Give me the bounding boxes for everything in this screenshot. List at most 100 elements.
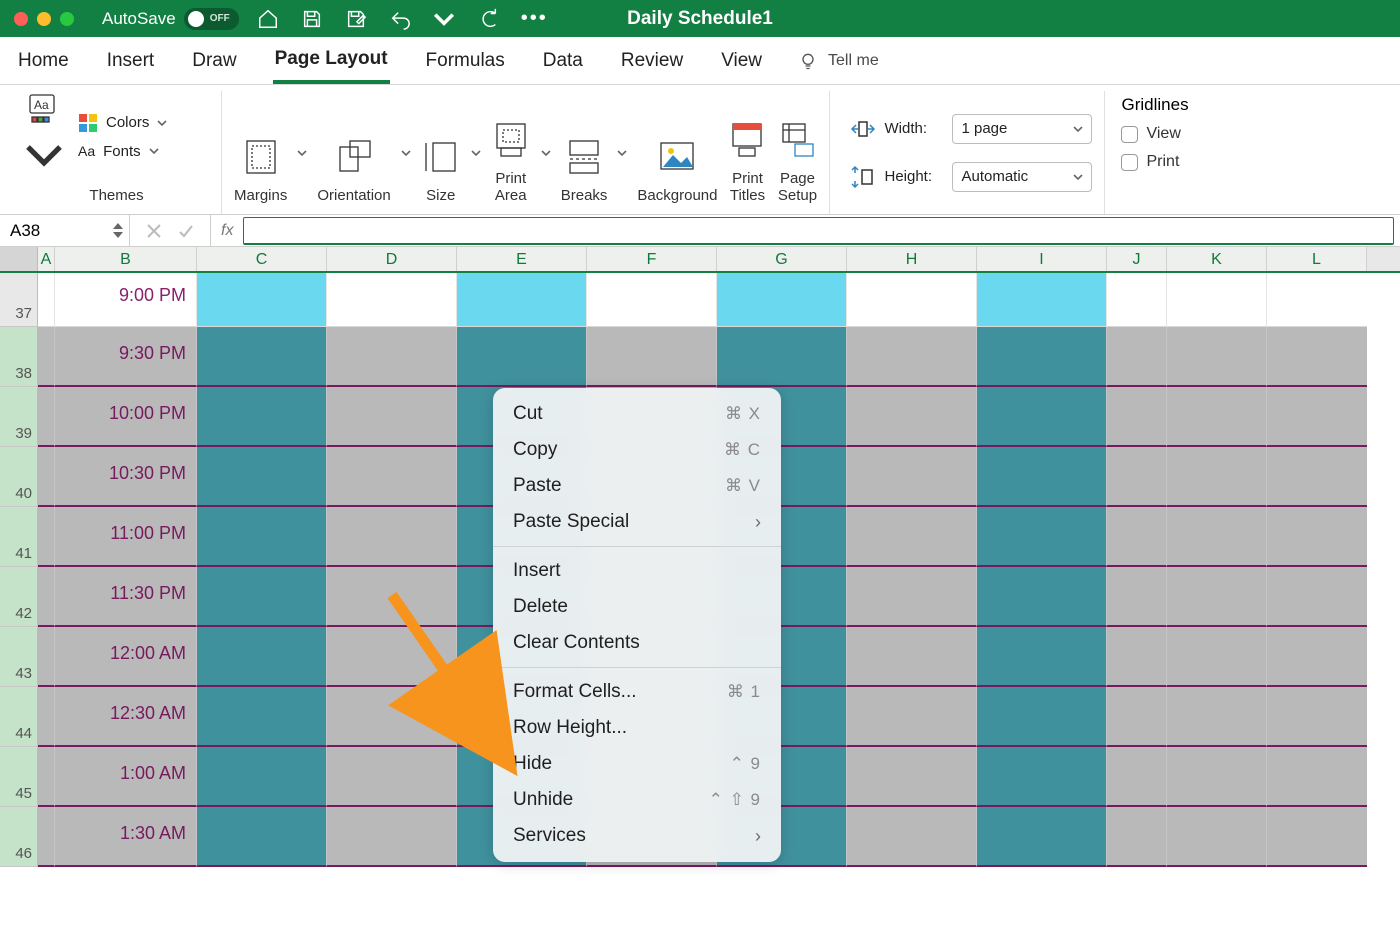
cell-D43[interactable] xyxy=(327,627,457,687)
cell-C39[interactable] xyxy=(197,387,327,447)
context-menu-row-height[interactable]: Row Height... xyxy=(493,710,781,746)
cell-J43[interactable] xyxy=(1107,627,1167,687)
cell-D44[interactable] xyxy=(327,687,457,747)
cell-K37[interactable] xyxy=(1167,273,1267,327)
cell-C46[interactable] xyxy=(197,807,327,867)
cell-D42[interactable] xyxy=(327,567,457,627)
cell-A45[interactable] xyxy=(38,747,55,807)
cell-I37[interactable] xyxy=(977,273,1107,327)
column-header-J[interactable]: J xyxy=(1107,247,1167,271)
cell-I38[interactable] xyxy=(977,327,1107,387)
row-header-46[interactable]: 46 xyxy=(0,807,38,867)
cell-K39[interactable] xyxy=(1167,387,1267,447)
cell-K45[interactable] xyxy=(1167,747,1267,807)
cell-H43[interactable] xyxy=(847,627,977,687)
cell-A40[interactable] xyxy=(38,447,55,507)
themes-button[interactable]: Aa xyxy=(24,91,64,181)
cell-D37[interactable] xyxy=(327,273,457,327)
cell-B41[interactable]: 11:00 PM xyxy=(55,507,197,567)
row-header-41[interactable]: 41 xyxy=(0,507,38,567)
background-button[interactable]: Background xyxy=(637,137,717,214)
cell-C38[interactable] xyxy=(197,327,327,387)
context-menu-cut[interactable]: Cut⌘ X xyxy=(493,396,781,432)
home-icon[interactable] xyxy=(257,8,279,30)
cell-I42[interactable] xyxy=(977,567,1107,627)
tell-me[interactable]: Tell me xyxy=(798,51,879,71)
cell-F38[interactable] xyxy=(587,327,717,387)
cell-E37[interactable] xyxy=(457,273,587,327)
row-header-38[interactable]: 38 xyxy=(0,327,38,387)
cell-J44[interactable] xyxy=(1107,687,1167,747)
cell-I44[interactable] xyxy=(977,687,1107,747)
minimize-window-button[interactable] xyxy=(37,12,51,26)
size-button[interactable]: Size xyxy=(421,137,461,214)
select-all-corner[interactable] xyxy=(0,247,38,271)
cell-C45[interactable] xyxy=(197,747,327,807)
cell-L44[interactable] xyxy=(1267,687,1367,747)
cell-B40[interactable]: 10:30 PM xyxy=(55,447,197,507)
cell-H37[interactable] xyxy=(847,273,977,327)
cell-J45[interactable] xyxy=(1107,747,1167,807)
cell-C43[interactable] xyxy=(197,627,327,687)
row-header-40[interactable]: 40 xyxy=(0,447,38,507)
page-setup-button[interactable]: Page Setup xyxy=(777,120,817,214)
context-menu-unhide[interactable]: Unhide⌃ ⇧ 9 xyxy=(493,782,781,818)
row-header-42[interactable]: 42 xyxy=(0,567,38,627)
row-header-43[interactable]: 43 xyxy=(0,627,38,687)
height-select[interactable]: Automatic xyxy=(952,162,1092,192)
cell-K46[interactable] xyxy=(1167,807,1267,867)
cell-H41[interactable] xyxy=(847,507,977,567)
cell-D39[interactable] xyxy=(327,387,457,447)
cell-K44[interactable] xyxy=(1167,687,1267,747)
context-menu-services[interactable]: Services› xyxy=(493,818,781,854)
tab-insert[interactable]: Insert xyxy=(105,40,157,82)
undo-dropdown-icon[interactable] xyxy=(433,8,455,30)
column-header-C[interactable]: C xyxy=(197,247,327,271)
tab-page-layout[interactable]: Page Layout xyxy=(273,38,390,84)
accept-formula-icon[interactable] xyxy=(178,223,194,239)
tab-data[interactable]: Data xyxy=(541,40,585,82)
cell-I40[interactable] xyxy=(977,447,1107,507)
breaks-button[interactable]: Breaks xyxy=(561,137,608,214)
cell-E38[interactable] xyxy=(457,327,587,387)
cell-B42[interactable]: 11:30 PM xyxy=(55,567,197,627)
cell-A41[interactable] xyxy=(38,507,55,567)
undo-icon[interactable] xyxy=(389,8,411,30)
autosave-toggle[interactable]: OFF xyxy=(184,8,239,30)
cell-L40[interactable] xyxy=(1267,447,1367,507)
name-box-up-icon[interactable] xyxy=(113,222,123,230)
cell-J40[interactable] xyxy=(1107,447,1167,507)
cell-B37[interactable]: 9:00 PM xyxy=(55,273,197,327)
tab-draw[interactable]: Draw xyxy=(190,40,238,82)
cell-A44[interactable] xyxy=(38,687,55,747)
cell-K42[interactable] xyxy=(1167,567,1267,627)
cell-J41[interactable] xyxy=(1107,507,1167,567)
column-header-D[interactable]: D xyxy=(327,247,457,271)
cell-B44[interactable]: 12:30 AM xyxy=(55,687,197,747)
column-header-B[interactable]: B xyxy=(55,247,197,271)
cell-A39[interactable] xyxy=(38,387,55,447)
cell-A43[interactable] xyxy=(38,627,55,687)
cell-H39[interactable] xyxy=(847,387,977,447)
row-header-45[interactable]: 45 xyxy=(0,747,38,807)
cell-K41[interactable] xyxy=(1167,507,1267,567)
cell-D40[interactable] xyxy=(327,447,457,507)
tab-review[interactable]: Review xyxy=(619,40,685,82)
cell-J39[interactable] xyxy=(1107,387,1167,447)
cell-G38[interactable] xyxy=(717,327,847,387)
row-header-44[interactable]: 44 xyxy=(0,687,38,747)
cell-A37[interactable] xyxy=(38,273,55,327)
name-box[interactable]: A38 xyxy=(0,215,130,246)
context-menu-delete[interactable]: Delete xyxy=(493,589,781,625)
gridlines-print-checkbox[interactable]: Print xyxy=(1121,153,1188,171)
fonts-dropdown[interactable]: Aa Fonts xyxy=(78,143,167,160)
context-menu-copy[interactable]: Copy⌘ C xyxy=(493,432,781,468)
chevron-down-icon[interactable] xyxy=(541,148,551,158)
cell-D45[interactable] xyxy=(327,747,457,807)
column-header-F[interactable]: F xyxy=(587,247,717,271)
column-header-A[interactable]: A xyxy=(38,247,55,271)
cell-C40[interactable] xyxy=(197,447,327,507)
cell-I39[interactable] xyxy=(977,387,1107,447)
column-header-E[interactable]: E xyxy=(457,247,587,271)
formula-input[interactable] xyxy=(243,217,1394,245)
